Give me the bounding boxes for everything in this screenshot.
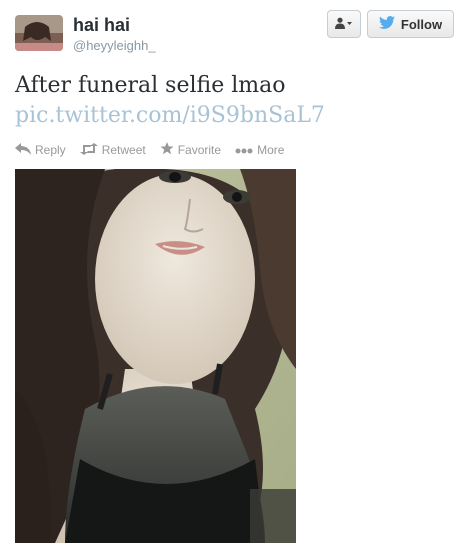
favorite-label: Favorite [177, 143, 222, 157]
reply-label: Reply [35, 143, 66, 157]
favorite-action[interactable]: Favorite [160, 142, 221, 158]
tweet-actions: Reply Retweet Favorite More [15, 142, 284, 158]
user-handle[interactable]: @heyyleighh_ [73, 38, 156, 54]
retweet-icon [79, 142, 98, 158]
tweet-photo[interactable] [15, 169, 296, 543]
tweet-text: After funeral selfie lmao [15, 73, 286, 98]
user-actions-button[interactable] [327, 10, 361, 38]
reply-action[interactable]: Reply [15, 142, 66, 158]
retweet-action[interactable]: Retweet [79, 142, 146, 158]
reply-icon [15, 142, 31, 158]
follow-label: Follow [400, 16, 443, 32]
retweet-label: Retweet [101, 143, 146, 157]
more-action[interactable]: More [235, 142, 284, 158]
twitter-bird-icon [378, 16, 395, 32]
display-name[interactable]: hai hai [73, 14, 130, 36]
more-icon [235, 143, 253, 157]
more-label: More [257, 143, 285, 157]
tweet-media-link[interactable]: pic.twitter.com/i9S9bnSaL7 [15, 101, 325, 131]
user-icon [335, 17, 353, 32]
follow-button[interactable]: Follow [367, 10, 454, 38]
avatar[interactable] [15, 15, 63, 51]
star-icon [160, 142, 174, 158]
